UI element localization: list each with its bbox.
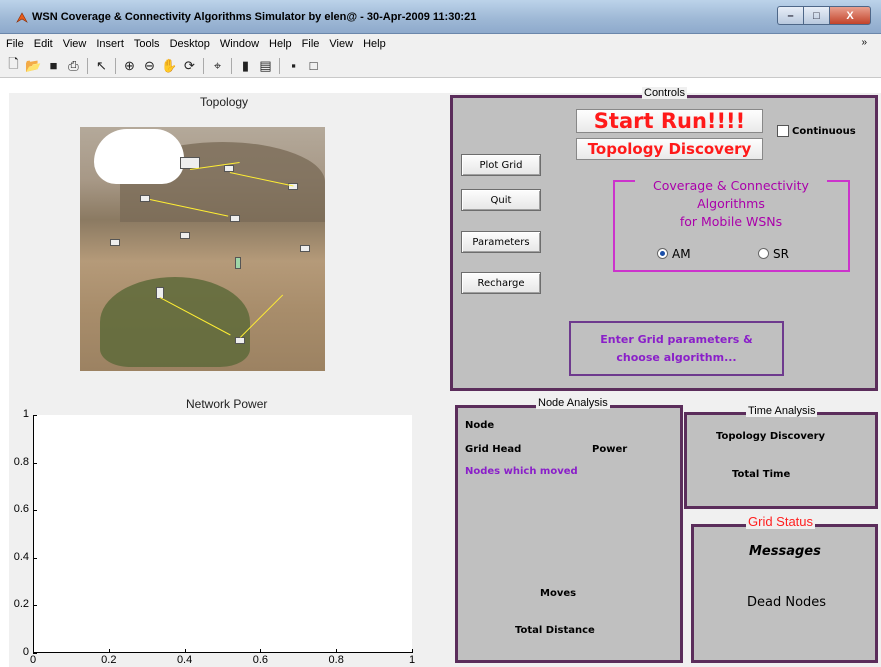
x-tick-mark <box>260 649 262 653</box>
menu-help-2[interactable]: Help <box>363 38 386 50</box>
y-tick-mark <box>33 415 37 416</box>
x-tick-mark <box>336 649 338 653</box>
save-icon[interactable]: ■ <box>45 57 62 74</box>
moves-label: Moves <box>540 588 577 599</box>
data-cursor-icon[interactable]: ⌖ <box>209 57 226 74</box>
status-message-line2: choose algorithm... <box>616 350 737 364</box>
node-label: Node <box>465 420 495 431</box>
recharge-button[interactable]: Recharge <box>461 272 541 294</box>
network-power-plot <box>33 415 412 653</box>
menu-tools[interactable]: Tools <box>134 38 160 50</box>
menu-insert[interactable]: Insert <box>96 38 124 50</box>
rotate-icon[interactable]: ⟳ <box>181 57 198 74</box>
toolbar-separator <box>115 57 116 74</box>
close-button[interactable]: X <box>829 6 871 25</box>
total-distance-label: Total Distance <box>515 625 595 636</box>
menu-overflow-icon[interactable]: » <box>861 37 867 48</box>
open-folder-icon[interactable]: 📂 <box>25 57 42 74</box>
toolbar: 🗋 📂 ■ ⎙ ↖ ⊕ ⊖ ✋ ⟳ ⌖ ▮ ▤ ▪ □ <box>0 54 881 78</box>
algorithm-title-line3: for Mobile WSNs <box>660 213 802 231</box>
menu-file-2[interactable]: File <box>302 38 320 50</box>
plot-grid-button[interactable]: Plot Grid <box>461 154 541 176</box>
window-title: WSN Coverage & Connectivity Algorithms S… <box>32 11 477 23</box>
legend-icon[interactable]: ▤ <box>257 57 274 74</box>
network-power-title: Network Power <box>186 397 268 411</box>
time-analysis-title: Time Analysis <box>746 405 818 417</box>
nodes-moved-label: Nodes which moved <box>465 466 578 477</box>
print-icon[interactable]: ⎙ <box>65 57 82 74</box>
menu-view[interactable]: View <box>63 38 87 50</box>
y-tick-label: 1 <box>22 408 29 420</box>
minimize-button[interactable]: – <box>777 6 803 25</box>
algorithm-title-line1: Coverage & Connectivity <box>635 177 827 195</box>
radio-am[interactable] <box>657 248 668 259</box>
y-tick-mark <box>33 510 37 512</box>
menu-edit[interactable]: Edit <box>34 38 53 50</box>
pan-hand-icon[interactable]: ✋ <box>161 57 178 74</box>
messages-label: Messages <box>749 544 821 559</box>
pointer-icon[interactable]: ↖ <box>93 57 110 74</box>
x-tick-label: 0.4 <box>176 654 193 666</box>
y-tick-label: 0.4 <box>13 550 29 563</box>
toolbar-separator <box>231 57 232 74</box>
parameters-button[interactable]: Parameters <box>461 231 541 253</box>
grid-status-title: Grid Status <box>746 514 816 529</box>
hide-plot-tools-icon[interactable]: ▪ <box>285 57 302 74</box>
menu-file[interactable]: File <box>6 38 24 50</box>
radio-am-label: AM <box>672 247 691 261</box>
radio-sr[interactable] <box>758 248 769 259</box>
topology-discovery-button[interactable]: Topology Discovery <box>576 138 763 160</box>
new-file-icon[interactable]: 🗋 <box>5 56 22 74</box>
dead-nodes-label: Dead Nodes <box>747 595 827 610</box>
x-tick-mark <box>33 649 34 653</box>
menu-window[interactable]: Window <box>220 38 259 50</box>
show-plot-tools-icon[interactable]: □ <box>305 57 322 74</box>
zoom-out-icon[interactable]: ⊖ <box>141 57 158 74</box>
time-analysis-panel <box>684 412 878 509</box>
start-run-button[interactable]: Start Run!!!! <box>576 109 763 133</box>
continuous-checkbox[interactable] <box>777 125 789 137</box>
time-topology-discovery-label: Topology Discovery <box>716 431 826 442</box>
x-tick-mark <box>184 649 186 653</box>
grid-head-label: Grid Head <box>465 444 522 455</box>
maximize-button[interactable]: □ <box>803 6 829 25</box>
menu-help[interactable]: Help <box>269 38 292 50</box>
topology-image <box>80 127 325 371</box>
y-tick-label: 0.6 <box>13 503 29 516</box>
total-time-label: Total Time <box>732 469 791 480</box>
toolbar-separator <box>279 57 280 74</box>
x-tick-label: 0 <box>29 654 37 666</box>
y-tick-mark <box>33 605 37 607</box>
radio-sr-label: SR <box>773 247 789 261</box>
menu-desktop[interactable]: Desktop <box>170 38 210 50</box>
controls-panel-title: Controls <box>642 87 687 99</box>
status-message-box: Enter Grid parameters & choose algorithm… <box>569 321 784 376</box>
x-tick-label: 0.8 <box>328 654 344 666</box>
x-tick-label: 0.6 <box>252 654 269 666</box>
y-tick-mark <box>33 462 37 464</box>
title-bar: WSN Coverage & Connectivity Algorithms S… <box>0 0 881 34</box>
status-message-line1: Enter Grid parameters & <box>600 332 753 346</box>
topology-title: Topology <box>200 95 249 109</box>
zoom-in-icon[interactable]: ⊕ <box>121 57 138 74</box>
continuous-label: Continuous <box>792 126 856 137</box>
x-tick-mark <box>412 649 413 653</box>
y-tick-mark <box>33 557 37 559</box>
toolbar-separator <box>87 57 88 74</box>
algorithm-title-line2: Algorithms <box>660 195 802 213</box>
y-tick-label: 0.8 <box>13 455 29 468</box>
power-label: Power <box>592 444 628 455</box>
quit-button[interactable]: Quit <box>461 189 541 211</box>
menu-bar: File Edit View Insert Tools Desktop Wind… <box>0 34 881 54</box>
toolbar-separator <box>203 57 204 74</box>
node-analysis-title: Node Analysis <box>536 397 610 409</box>
x-tick-label: 0.2 <box>101 654 117 666</box>
x-tick-mark <box>108 649 110 653</box>
x-tick-label: 1 <box>408 654 416 666</box>
menu-view-2[interactable]: View <box>329 38 353 50</box>
colorbar-icon[interactable]: ▮ <box>237 57 254 74</box>
y-tick-label: 0.2 <box>13 598 29 611</box>
matlab-icon <box>16 12 28 23</box>
